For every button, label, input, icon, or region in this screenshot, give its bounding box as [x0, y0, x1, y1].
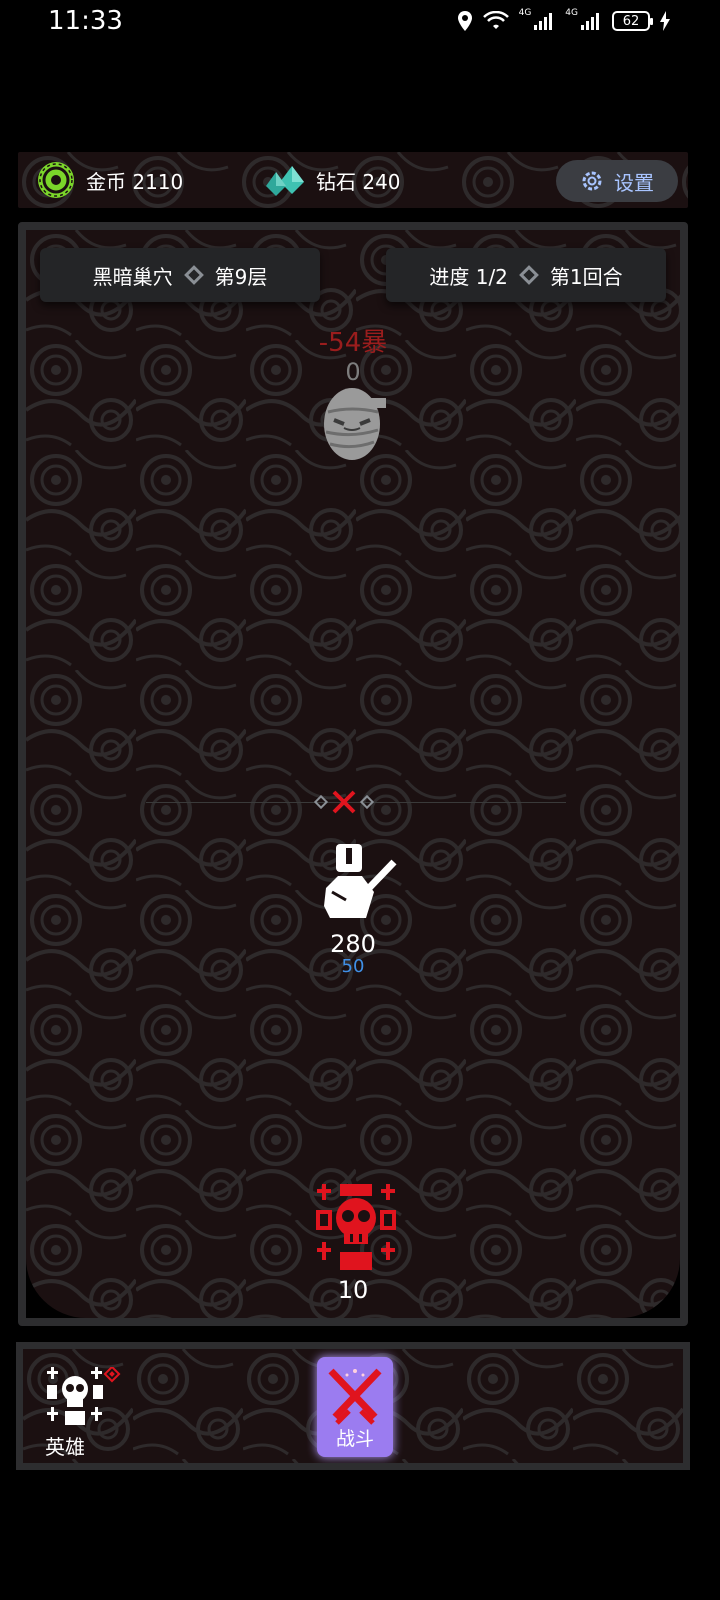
- crossed-swords-icon: [332, 790, 356, 814]
- gem-icon: [266, 166, 304, 196]
- status-bar: 11:33 4G 4G 62: [0, 0, 720, 48]
- diamond-icon: [359, 794, 375, 810]
- battery-icon: 62: [612, 11, 653, 31]
- battle-button[interactable]: 战斗: [317, 1357, 393, 1457]
- charging-icon: [660, 11, 670, 31]
- gem-label: 钻石 240: [316, 169, 401, 194]
- battle-panel: 黑暗巢穴 第9层 进度 1/2 第1回合 -54暴 0 280 50 10: [18, 222, 688, 1326]
- location-icon: [457, 11, 472, 31]
- battery-level: 62: [622, 13, 640, 29]
- settings-button[interactable]: 设置: [556, 160, 678, 202]
- diamond-icon: [519, 265, 539, 285]
- gear-icon: [582, 171, 602, 191]
- network-label-2: 4G: [565, 8, 578, 18]
- gold-label: 金币 2110: [86, 169, 184, 194]
- hero-skull-icon: [47, 1365, 121, 1425]
- damage-popup: -54暴: [318, 328, 388, 358]
- gold-coin-icon: [38, 162, 74, 198]
- location-name: 黑暗巢穴: [92, 264, 173, 289]
- battle-swords-icon: [328, 1368, 382, 1425]
- progress-text: 进度 1/2: [429, 264, 508, 289]
- battle-arena: 黑暗巢穴 第9层 进度 1/2 第1回合 -54暴 0 280 50 10: [26, 230, 680, 1318]
- resource-bar: 金币 2110 钻石 240 设置: [18, 152, 688, 208]
- stage-progress-pill: 进度 1/2 第1回合: [386, 248, 666, 302]
- stage-location-pill: 黑暗巢穴 第9层: [40, 248, 320, 302]
- status-time: 11:33: [48, 6, 123, 36]
- mummy-enemy-icon[interactable]: [320, 382, 390, 462]
- diamond-icon: [313, 794, 329, 810]
- battle-label: 战斗: [335, 1428, 374, 1450]
- gold-counter: 金币 2110: [36, 152, 183, 208]
- wifi-icon: [482, 11, 509, 29]
- floor-number: 第9层: [214, 264, 268, 289]
- gem-counter: 钻石 240: [262, 152, 401, 208]
- hero-shield: 50: [341, 956, 365, 977]
- network-label-1: 4G: [518, 8, 532, 18]
- settings-label: 设置: [614, 170, 654, 195]
- round-text: 第1回合: [549, 264, 623, 289]
- skull-totem-icon[interactable]: [314, 1182, 398, 1272]
- status-icons: 4G 4G 62: [457, 8, 670, 32]
- diamond-icon: [183, 265, 204, 285]
- signal-icon: [581, 13, 599, 30]
- signal-icon: [534, 13, 553, 30]
- boss-hp: 10: [337, 1276, 369, 1304]
- hero-label: 英雄: [45, 1435, 85, 1459]
- hero-hp: 280: [330, 930, 376, 958]
- action-bar: 英雄 战斗: [16, 1342, 690, 1470]
- knight-hero-icon[interactable]: [316, 840, 400, 924]
- versus-marker: [313, 788, 375, 816]
